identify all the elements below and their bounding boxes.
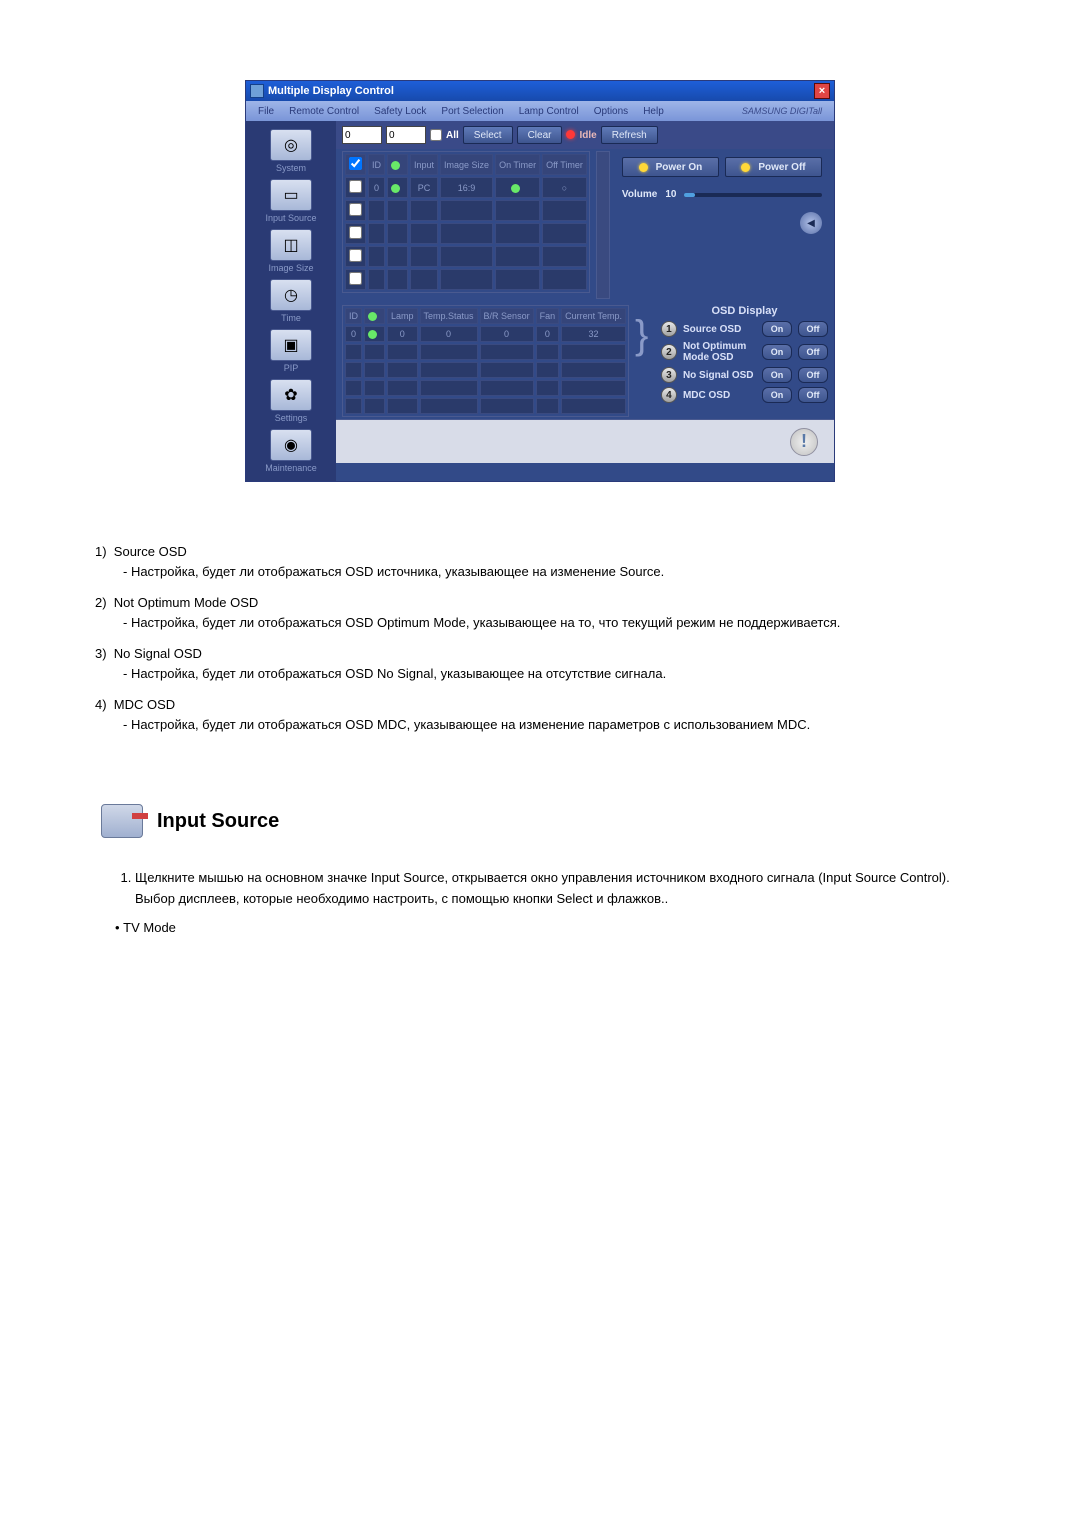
table-row (345, 223, 587, 244)
description-list: 1) Source OSD - Настройка, будет ли отоб… (95, 542, 985, 734)
source-osd-off-button[interactable]: Off (798, 321, 828, 337)
close-icon[interactable]: × (814, 83, 830, 99)
col-check[interactable] (349, 157, 362, 170)
sidebar-item-time[interactable]: ◷Time (246, 277, 336, 325)
mdc-window: Multiple Display Control × File Remote C… (245, 80, 835, 482)
sidebar: ◎System ▭Input Source ◫Image Size ◷Time … (246, 121, 336, 481)
sidebar-item-maintenance[interactable]: ◉Maintenance (246, 427, 336, 475)
brace-icon: } (635, 305, 655, 417)
status-dot-icon (391, 161, 400, 170)
all-label: All (446, 130, 459, 141)
info-icon[interactable]: ! (790, 428, 818, 456)
table-row (345, 344, 626, 360)
clear-button[interactable]: Clear (517, 126, 563, 144)
volume-row: Volume 10 (622, 189, 822, 200)
volume-slider[interactable] (684, 193, 822, 197)
optimum-osd-on-button[interactable]: On (762, 344, 792, 360)
status-dot-icon (391, 184, 400, 193)
callout-1-icon: 1 (661, 321, 677, 337)
section-heading: Input Source (101, 804, 985, 838)
osd-display-title: OSD Display (661, 305, 828, 317)
menu-options[interactable]: Options (588, 104, 634, 119)
menu-remote[interactable]: Remote Control (283, 104, 365, 119)
window-title: Multiple Display Control (268, 85, 810, 97)
optimum-osd-off-button[interactable]: Off (798, 344, 828, 360)
app-icon (250, 84, 264, 98)
bullet-item: • TV Mode (95, 920, 985, 935)
table-row[interactable]: 0 PC 16:9 ○ (345, 177, 587, 198)
table-row (345, 269, 587, 290)
callout-4-icon: 4 (661, 387, 677, 403)
callout-2-icon: 2 (661, 344, 677, 360)
osd-row-nosignal: 3 No Signal OSD On Off (661, 367, 828, 383)
mdc-osd-off-button[interactable]: Off (798, 387, 828, 403)
osd-row-optimum: 2 Not Optimum Mode OSD On Off (661, 341, 828, 363)
osd-row-mdc: 4 MDC OSD On Off (661, 387, 828, 403)
table-row (345, 362, 626, 378)
menu-port[interactable]: Port Selection (435, 104, 509, 119)
speaker-icon[interactable]: ◀ (800, 212, 822, 234)
all-checkbox[interactable] (430, 129, 442, 141)
sidebar-item-image[interactable]: ◫Image Size (246, 227, 336, 275)
idle-indicator: Idle (566, 130, 596, 141)
status-bar: ! (336, 419, 834, 463)
volume-value: 10 (665, 189, 676, 200)
titlebar[interactable]: Multiple Display Control × (246, 81, 834, 101)
refresh-button[interactable]: Refresh (601, 126, 658, 144)
status-dot-icon (368, 312, 377, 321)
from-id-select[interactable] (342, 126, 382, 144)
power-off-button[interactable]: Power Off (725, 157, 822, 177)
table-row[interactable]: 0 0 0 0 0 32 (345, 326, 626, 342)
list-item: Щелкните мышью на основном значке Input … (135, 868, 985, 910)
toolbar: All Select Clear Idle Refresh (336, 121, 834, 149)
status-dot-icon (368, 330, 377, 339)
input-source-icon (101, 804, 143, 838)
nosignal-osd-off-button[interactable]: Off (798, 367, 828, 383)
on-timer-icon (511, 184, 520, 193)
display-table: ID Input Image Size On Timer Off Timer 0… (342, 151, 590, 293)
row-check[interactable] (349, 180, 362, 193)
menu-safety[interactable]: Safety Lock (368, 104, 432, 119)
table-row (345, 200, 587, 221)
osd-row-source: 1 Source OSD On Off (661, 321, 828, 337)
mdc-osd-on-button[interactable]: On (762, 387, 792, 403)
nosignal-osd-on-button[interactable]: On (762, 367, 792, 383)
select-button[interactable]: Select (463, 126, 513, 144)
table-row (345, 380, 626, 396)
maintenance-table: ID Lamp Temp.Status B/R Sensor Fan Curre… (342, 305, 629, 417)
to-id-select[interactable] (386, 126, 426, 144)
menu-help[interactable]: Help (637, 104, 670, 119)
section-title: Input Source (157, 810, 279, 833)
sidebar-item-pip[interactable]: ▣PIP (246, 327, 336, 375)
sidebar-item-system[interactable]: ◎System (246, 127, 336, 175)
menu-bar: File Remote Control Safety Lock Port Sel… (246, 101, 834, 121)
table-row (345, 246, 587, 267)
vertical-scrollbar[interactable] (596, 151, 610, 299)
notes-list: Щелкните мышью на основном значке Input … (95, 868, 985, 910)
sidebar-item-input[interactable]: ▭Input Source (246, 177, 336, 225)
sidebar-item-settings[interactable]: ✿Settings (246, 377, 336, 425)
brand-label: SAMSUNG DIGITall (736, 104, 828, 118)
menu-lamp[interactable]: Lamp Control (513, 104, 585, 119)
table-row (345, 398, 626, 414)
callout-3-icon: 3 (661, 367, 677, 383)
menu-file[interactable]: File (252, 104, 280, 119)
source-osd-on-button[interactable]: On (762, 321, 792, 337)
power-on-button[interactable]: Power On (622, 157, 719, 177)
